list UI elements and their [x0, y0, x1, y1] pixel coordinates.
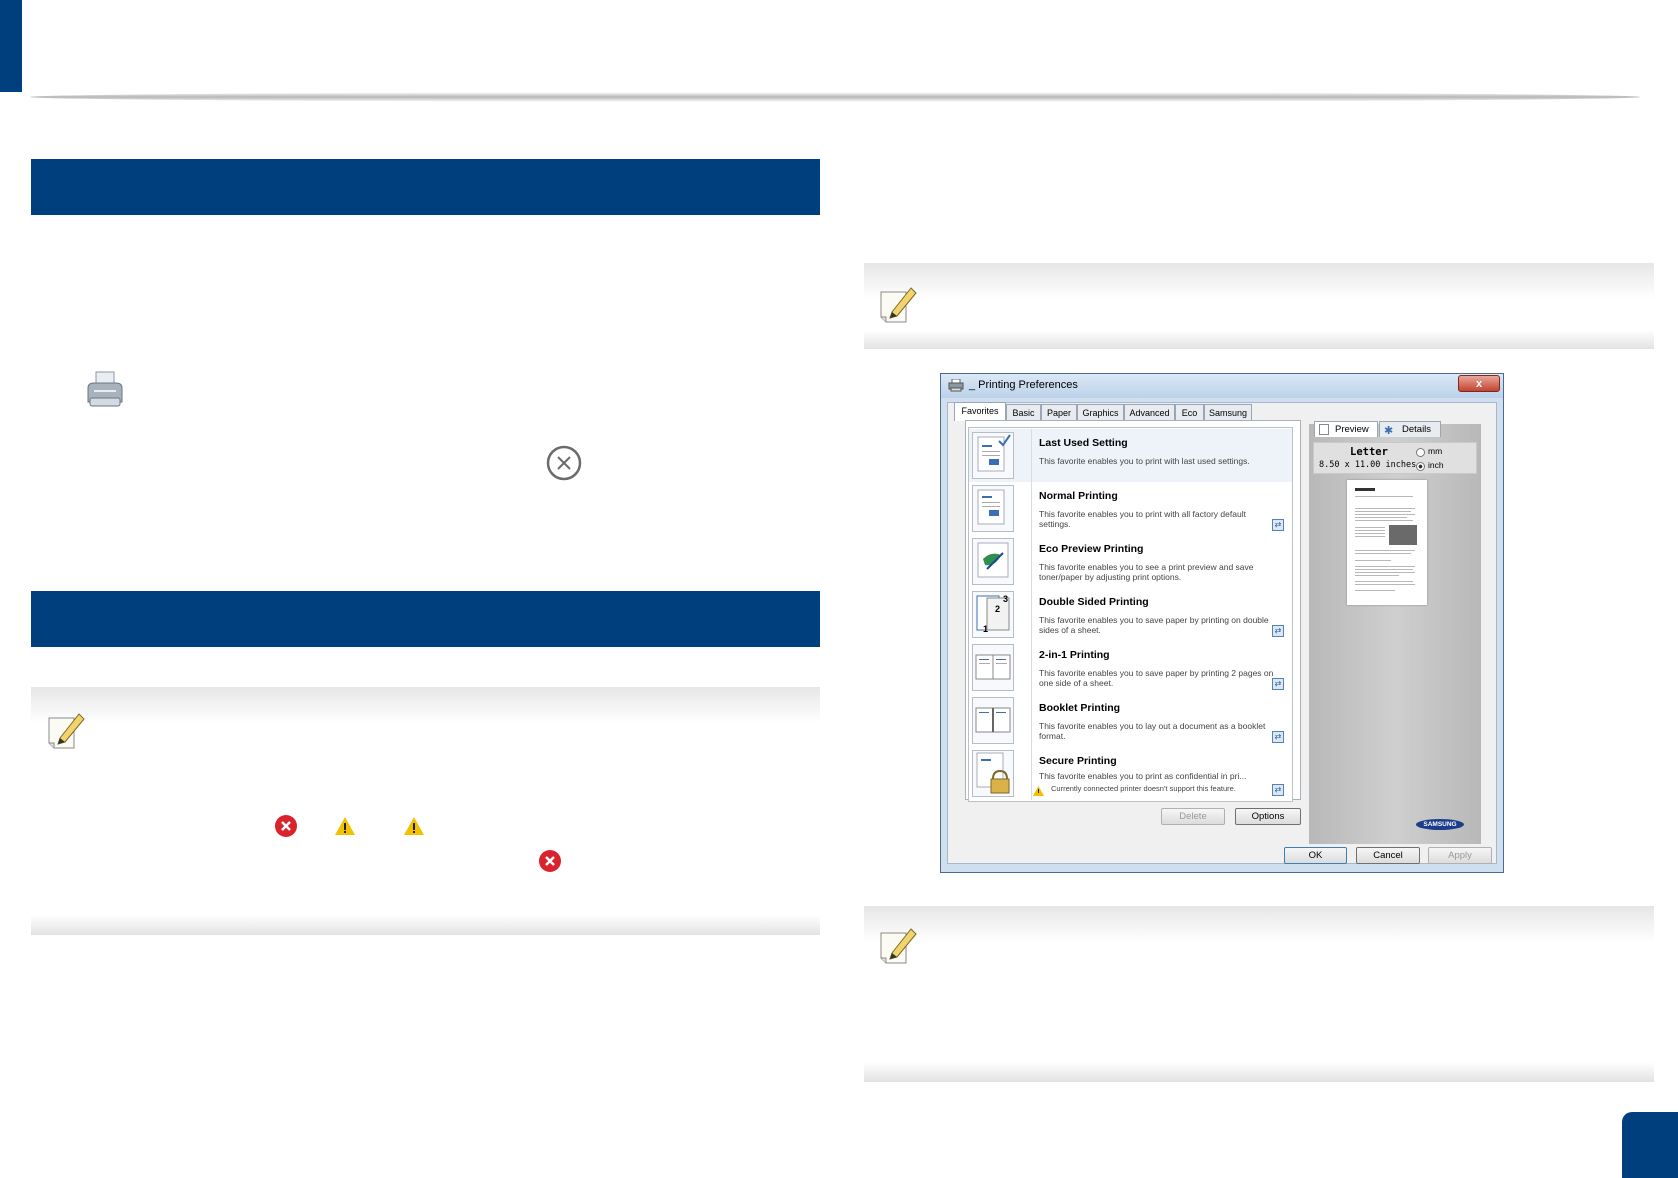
page-number-label: 1 [983, 624, 989, 634]
unit-inch-radio[interactable] [1416, 462, 1425, 471]
favorite-title: Eco Preview Printing [1039, 543, 1144, 555]
page-preview-thumbnail [1347, 480, 1427, 605]
dialog-title-bar: _ Printing Preferences x [941, 374, 1503, 398]
favorite-description: This favorite enables you to print with … [1039, 509, 1246, 529]
unit-mm-radio[interactable] [1416, 448, 1425, 457]
shortcut-link-icon[interactable]: ⇄ [1272, 784, 1284, 796]
header-rule [30, 92, 1640, 102]
note-pencil-icon [46, 710, 86, 752]
section-heading-bar-1 [31, 159, 820, 215]
error-status-icon [274, 814, 298, 838]
booklet-thumbnail-icon [972, 697, 1014, 744]
warning-small-icon [1033, 783, 1044, 796]
favorite-description: This favorite enables you to lay out a d… [1039, 721, 1266, 741]
secure-lock-thumbnail-icon [972, 750, 1014, 797]
favorite-description: This favorite enables you to print with … [1039, 456, 1250, 466]
preview-page-icon [1319, 424, 1329, 435]
warning-status-icon-2 [402, 815, 426, 837]
favorite-description: This favorite enables you to print as co… [1039, 771, 1247, 781]
shortcut-link-icon[interactable]: ⇄ [1272, 731, 1284, 743]
note-box-right-1-top [864, 263, 1654, 303]
thumbnail-separator [1031, 641, 1032, 694]
options-button[interactable]: Options [1235, 808, 1301, 825]
apply-button[interactable]: Apply [1428, 847, 1492, 864]
shortcut-link-icon[interactable]: ⇄ [1272, 678, 1284, 690]
note-box-right-1-bottom [864, 330, 1654, 349]
tab-preview-label: Preview [1335, 424, 1369, 435]
delete-button[interactable]: Delete [1161, 808, 1225, 825]
favorite-item-secure[interactable]: Secure Printing This favorite enables yo… [969, 747, 1292, 800]
document-thumbnail-icon [972, 485, 1014, 532]
favorite-title: Normal Printing [1039, 490, 1118, 502]
favorite-item-booklet[interactable]: Booklet Printing This favorite enables y… [969, 694, 1292, 747]
favorite-title: Last Used Setting [1039, 437, 1128, 449]
note-box-right-2-top [864, 906, 1654, 946]
error-status-icon-2 [538, 849, 562, 873]
dialog-title: _ Printing Preferences [969, 379, 1078, 391]
note-box-top-band [31, 687, 820, 727]
samsung-logo: SAMSUNG [1416, 819, 1464, 830]
thumbnail-separator [1031, 588, 1032, 641]
shortcut-link-icon[interactable]: ⇄ [1272, 625, 1284, 637]
paper-name: Letter [1350, 446, 1388, 458]
tab-eco[interactable]: Eco [1175, 404, 1204, 420]
printing-preferences-dialog: _ Printing Preferences x Favorites Basic… [940, 373, 1504, 873]
thumbnail-separator [1031, 694, 1032, 747]
tab-preview[interactable]: Preview [1314, 421, 1378, 437]
page-number-label: 2 [995, 604, 1001, 614]
thumbnail-separator [1031, 482, 1032, 535]
favorite-item-eco-preview[interactable]: Eco Preview Printing This favorite enabl… [969, 535, 1292, 588]
gear-icon: ✱ [1384, 425, 1394, 437]
thumbnail-separator [1031, 747, 1032, 800]
favorite-title: Booklet Printing [1039, 702, 1121, 714]
favorite-item-normal[interactable]: Normal Printing This favorite enables yo… [969, 482, 1292, 535]
ok-button[interactable]: OK [1284, 847, 1347, 864]
favorite-description: This favorite enables you to see a print… [1039, 562, 1254, 582]
two-in-one-thumbnail-icon [972, 644, 1014, 691]
warning-status-icon [333, 815, 357, 837]
section-heading-bar-2 [31, 591, 820, 647]
thumbnail-separator [1031, 535, 1032, 588]
printer-small-icon [948, 378, 964, 392]
tab-details-label: Details [1402, 424, 1432, 435]
tab-favorites[interactable]: Favorites [954, 402, 1006, 421]
cancel-button[interactable]: Cancel [1356, 847, 1420, 864]
page-number-label: 3 [1003, 594, 1009, 604]
favorite-title: Secure Printing [1039, 755, 1117, 767]
unit-inch-label: inch [1428, 460, 1444, 470]
tab-basic[interactable]: Basic [1006, 404, 1041, 420]
favorite-description: This favorite enables you to save paper … [1039, 615, 1269, 635]
header-accent-bar [0, 0, 22, 92]
page-number-tab [1622, 1112, 1678, 1178]
favorite-description: This favorite enables you to save paper … [1039, 668, 1274, 688]
tab-paper[interactable]: Paper [1041, 404, 1077, 420]
favorite-item-last-used[interactable]: Last Used Setting This favorite enables … [969, 429, 1292, 482]
thumbnail-separator [1031, 429, 1032, 482]
tab-graphics[interactable]: Graphics [1077, 404, 1124, 420]
dialog-close-button[interactable]: x [1458, 375, 1500, 392]
unsupported-warning-text: Currently connected printer doesn't supp… [1051, 784, 1236, 793]
tab-samsung[interactable]: Samsung [1204, 404, 1252, 420]
favorite-item-2-in-1[interactable]: 2-in-1 Printing This favorite enables yo… [969, 641, 1292, 694]
paper-size-box: Letter 8.50 x 11.00 inches mm inch [1313, 442, 1477, 474]
eco-leaf-thumbnail-icon [972, 538, 1014, 585]
favorite-title: 2-in-1 Printing [1039, 649, 1110, 661]
shortcut-link-icon[interactable]: ⇄ [1272, 519, 1284, 531]
paper-dimensions: 8.50 x 11.00 inches [1319, 460, 1417, 470]
note-box-right-2-bottom [864, 1062, 1654, 1082]
note-box-bottom-band [31, 915, 820, 935]
unit-mm-label: mm [1428, 446, 1443, 456]
document-thumbnail-icon [972, 432, 1014, 479]
cancel-circle-icon [545, 444, 583, 482]
double-sided-thumbnail-icon: 3 2 1 [972, 591, 1014, 638]
favorite-title: Double Sided Printing [1039, 596, 1149, 608]
note-pencil-icon [878, 284, 918, 326]
favorites-list: Last Used Setting This favorite enables … [968, 427, 1293, 802]
favorite-item-double-sided[interactable]: 3 2 1 Double Sided Printing This favorit… [969, 588, 1292, 641]
printer-icon [82, 368, 126, 412]
tab-advanced[interactable]: Advanced [1124, 404, 1175, 420]
tab-details[interactable]: ✱ Details [1379, 421, 1441, 437]
note-pencil-icon [878, 925, 918, 967]
